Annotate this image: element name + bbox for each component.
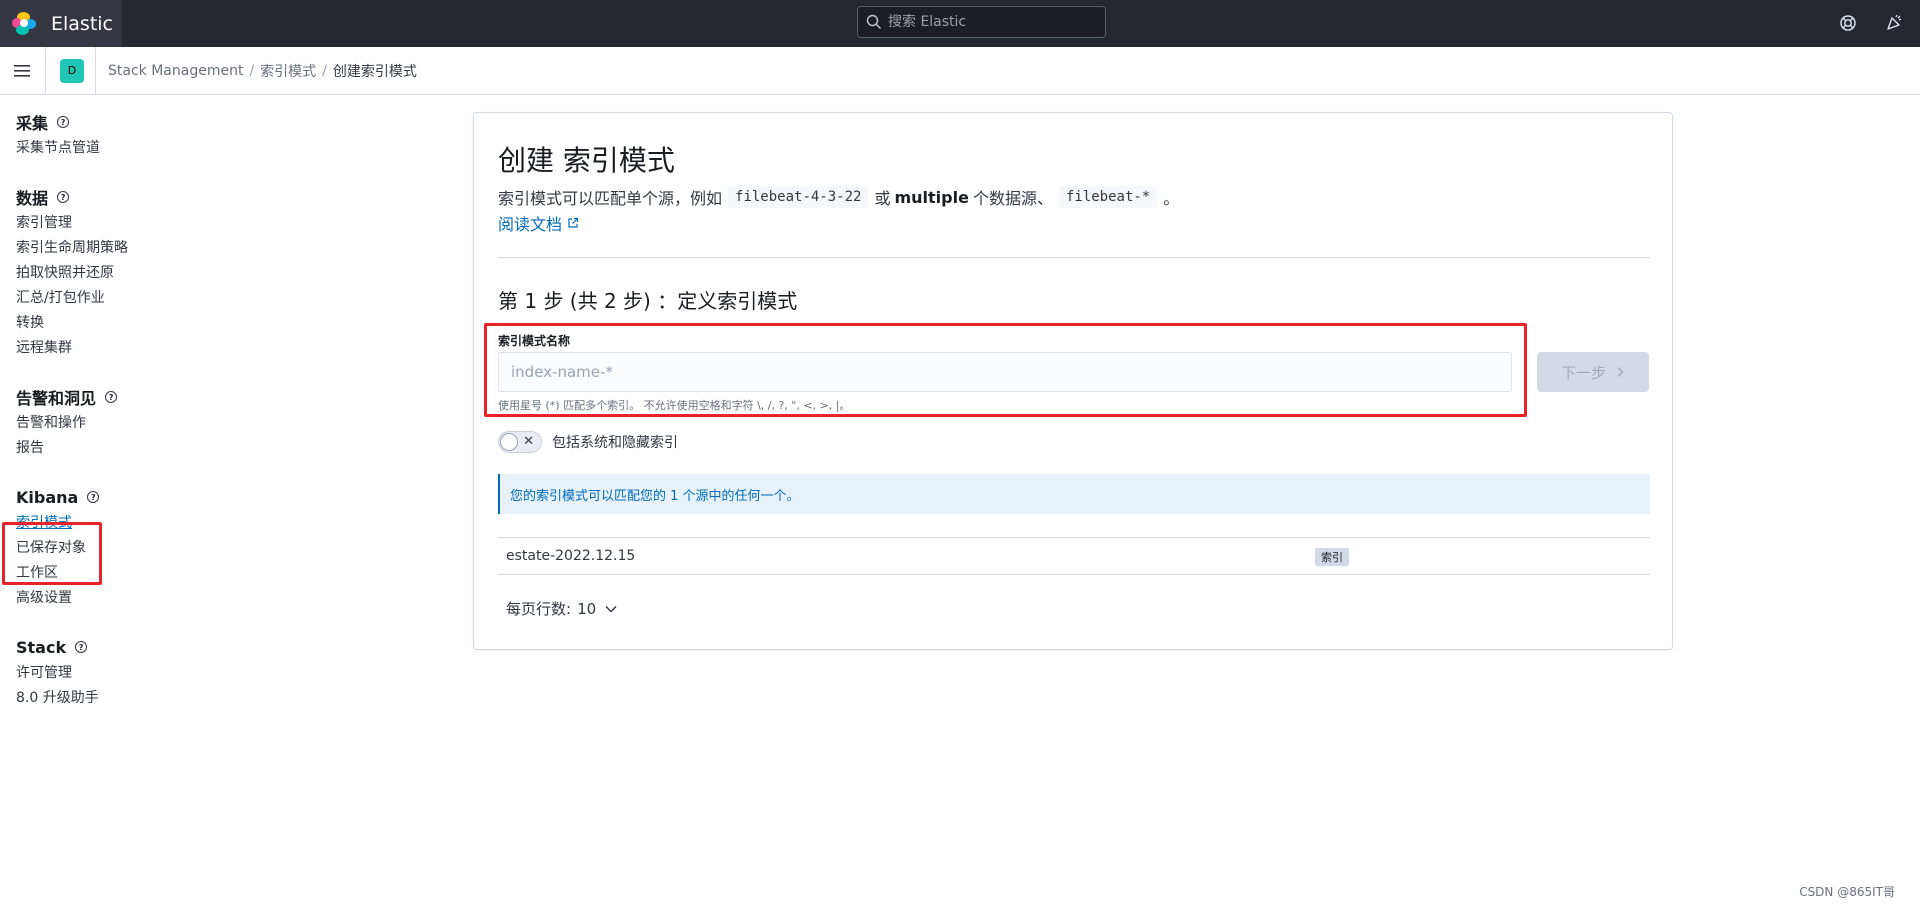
index-pattern-name-input[interactable] bbox=[498, 352, 1512, 392]
sidebar-item-reporting[interactable]: 报告 bbox=[0, 436, 200, 461]
sidebar-item-transforms[interactable]: 转换 bbox=[0, 311, 200, 336]
callout-text: 您的索引模式可以匹配您的 1 个源中的任何一个。 bbox=[510, 488, 800, 504]
chevron-right-icon bbox=[1617, 366, 1624, 378]
breadcrumb-bar: D Stack Management / 索引模式 / 创建索引模式 bbox=[0, 46, 1920, 95]
elastic-home-link[interactable]: Elastic bbox=[0, 0, 122, 47]
nav-heading-data: 数据 bbox=[16, 189, 49, 208]
next-step-label: 下一步 bbox=[1560, 363, 1606, 382]
news-feed-icon[interactable] bbox=[1884, 13, 1904, 33]
management-sidebar: 采集? 采集节点管道 数据? 索引管理 索引生命周期策略 拍取快照并还原 汇总/… bbox=[0, 96, 200, 733]
watermark: CSDN @865IT哥 bbox=[1799, 885, 1895, 899]
breadcrumb-current: 创建索引模式 bbox=[332, 63, 417, 80]
desc-or: 或 bbox=[874, 189, 891, 208]
sidebar-item-advanced-settings[interactable]: 高级设置 bbox=[0, 586, 200, 611]
nav-group-stack: Stack? 许可管理 8.0 升级助手 bbox=[0, 633, 200, 711]
breadcrumb-separator: / bbox=[249, 62, 255, 79]
index-pattern-help-text: 使用星号 (*) 匹配多个索引。 不允许使用空格和字符 \, /, ?, ", … bbox=[498, 399, 851, 412]
breadcrumb-index-patterns[interactable]: 索引模式 bbox=[260, 61, 316, 81]
rows-per-page-label: 每页行数: bbox=[506, 600, 572, 618]
search-input[interactable] bbox=[888, 14, 1098, 30]
sidebar-item-index-management[interactable]: 索引管理 bbox=[0, 211, 200, 236]
search-icon bbox=[866, 14, 881, 29]
external-link-icon bbox=[568, 217, 579, 228]
global-search[interactable] bbox=[857, 6, 1106, 38]
nav-heading-kibana: Kibana bbox=[16, 487, 79, 507]
include-hidden-toggle-row: ✕ 包括系统和隐藏索引 bbox=[498, 431, 678, 453]
page-title: 创建 索引模式 bbox=[498, 144, 675, 177]
match-info-callout: 您的索引模式可以匹配您的 1 个源中的任何一个。 bbox=[498, 474, 1650, 514]
help-icon[interactable]: ? bbox=[87, 491, 100, 503]
breadcrumb-stack-management[interactable]: Stack Management bbox=[108, 63, 243, 79]
sidebar-item-ingest-pipelines[interactable]: 采集节点管道 bbox=[0, 136, 200, 161]
rows-per-page-value: 10 bbox=[577, 599, 597, 618]
desc-middle: 个数据源、 bbox=[972, 189, 1053, 208]
elastic-logo-icon bbox=[12, 11, 36, 36]
nav-heading-ingest: 采集 bbox=[16, 114, 49, 133]
include-hidden-switch[interactable]: ✕ bbox=[498, 431, 542, 453]
sidebar-item-snapshot-restore[interactable]: 拍取快照并还原 bbox=[0, 261, 200, 286]
help-icon[interactable]: ? bbox=[57, 116, 70, 128]
divider bbox=[498, 257, 1650, 258]
read-docs-label: 阅读文档 bbox=[498, 215, 563, 234]
source-name: estate-2022.12.15 bbox=[506, 548, 636, 564]
nav-group-alerts-insights: 告警和洞见? 告警和操作 报告 bbox=[0, 383, 200, 461]
hamburger-icon bbox=[13, 64, 30, 77]
sidebar-item-saved-objects[interactable]: 已保存对象 bbox=[0, 536, 200, 561]
sidebar-item-alerts-actions[interactable]: 告警和操作 bbox=[0, 411, 200, 436]
sidebar-item-rollup-jobs[interactable]: 汇总/打包作业 bbox=[0, 286, 200, 311]
switch-knob bbox=[500, 433, 518, 451]
nav-group-ingest: 采集? 采集节点管道 bbox=[0, 108, 200, 161]
desc-end: 。 bbox=[1163, 189, 1180, 208]
chevron-down-icon bbox=[605, 605, 617, 612]
space-selector[interactable]: D bbox=[46, 46, 96, 95]
include-hidden-label: 包括系统和隐藏索引 bbox=[552, 435, 678, 451]
space-avatar[interactable]: D bbox=[60, 58, 84, 83]
step-title: 第 1 步 (共 2 步) ：定义索引模式 bbox=[498, 289, 798, 313]
menu-toggle-button[interactable] bbox=[0, 46, 46, 95]
desc-code-example-2: filebeat-* bbox=[1058, 186, 1158, 208]
desc-code-example-1: filebeat-4-3-22 bbox=[728, 186, 869, 208]
sidebar-item-spaces[interactable]: 工作区 bbox=[0, 561, 200, 586]
sidebar-item-remote-clusters[interactable]: 远程集群 bbox=[0, 336, 200, 361]
sidebar-item-upgrade-assistant[interactable]: 8.0 升级助手 bbox=[0, 686, 200, 711]
close-icon: ✕ bbox=[523, 434, 534, 449]
help-menu-icon[interactable] bbox=[1838, 13, 1858, 33]
nav-group-data: 数据? 索引管理 索引生命周期策略 拍取快照并还原 汇总/打包作业 转换 远程集… bbox=[0, 183, 200, 361]
read-docs-link[interactable]: 阅读文档 bbox=[498, 211, 579, 235]
index-pattern-name-label: 索引模式名称 bbox=[498, 334, 571, 348]
nav-heading-alerts: 告警和洞见 bbox=[16, 389, 97, 408]
table-row: estate-2022.12.15 索引 bbox=[498, 537, 1650, 575]
next-step-button[interactable]: 下一步 bbox=[1537, 352, 1649, 392]
rows-per-page-selector[interactable]: 每页行数: 10 bbox=[506, 598, 618, 619]
desc-prefix: 索引模式可以匹配单个源，例如 bbox=[498, 189, 723, 208]
create-index-pattern-panel: 创建 索引模式 索引模式可以匹配单个源，例如 filebeat-4-3-22 或… bbox=[473, 112, 1673, 650]
breadcrumb-separator: / bbox=[322, 62, 327, 79]
page-description: 索引模式可以匹配单个源，例如 filebeat-4-3-22 或 multipl… bbox=[498, 185, 1179, 209]
top-header: Elastic bbox=[0, 0, 1920, 47]
nav-group-kibana: Kibana? 索引模式 已保存对象 工作区 高级设置 bbox=[0, 483, 200, 611]
sidebar-item-index-patterns[interactable]: 索引模式 bbox=[0, 511, 200, 536]
matching-sources-table: estate-2022.12.15 索引 bbox=[498, 537, 1650, 575]
app-name: Elastic bbox=[51, 12, 114, 35]
nav-heading-stack: Stack bbox=[16, 637, 67, 657]
breadcrumb: Stack Management / 索引模式 / 创建索引模式 bbox=[108, 61, 417, 81]
desc-bold: multiple bbox=[894, 187, 969, 207]
sidebar-item-license-management[interactable]: 许可管理 bbox=[0, 661, 200, 686]
sidebar-item-ilm-policies[interactable]: 索引生命周期策略 bbox=[0, 236, 200, 261]
help-icon[interactable]: ? bbox=[75, 641, 88, 653]
help-icon[interactable]: ? bbox=[105, 391, 118, 403]
help-icon[interactable]: ? bbox=[57, 191, 70, 203]
source-type-badge: 索引 bbox=[1315, 548, 1349, 566]
